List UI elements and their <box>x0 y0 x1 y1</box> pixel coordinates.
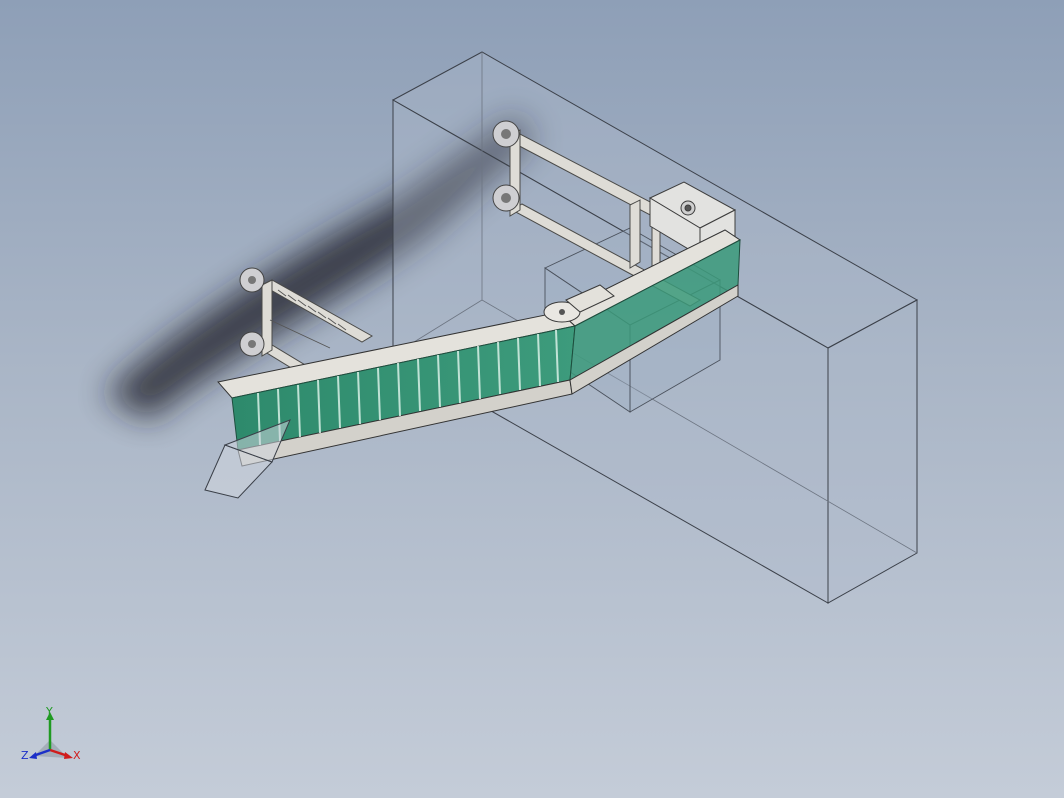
left-wall-flange-bottom[interactable] <box>239 331 265 357</box>
upper-wall-flange-bottom[interactable] <box>492 184 520 212</box>
triad-z-label: Z <box>21 749 29 762</box>
graphics-viewport[interactable]: Y X Z <box>0 0 1064 798</box>
coordinate-triad: Y X Z <box>18 700 88 770</box>
triad-y-label: Y <box>46 705 53 718</box>
triad-x-label: X <box>73 749 81 762</box>
upper-wall-flange-top[interactable] <box>492 120 520 148</box>
conveyor-model-scene[interactable] <box>0 0 1064 798</box>
left-wall-flange-top[interactable] <box>239 267 265 293</box>
